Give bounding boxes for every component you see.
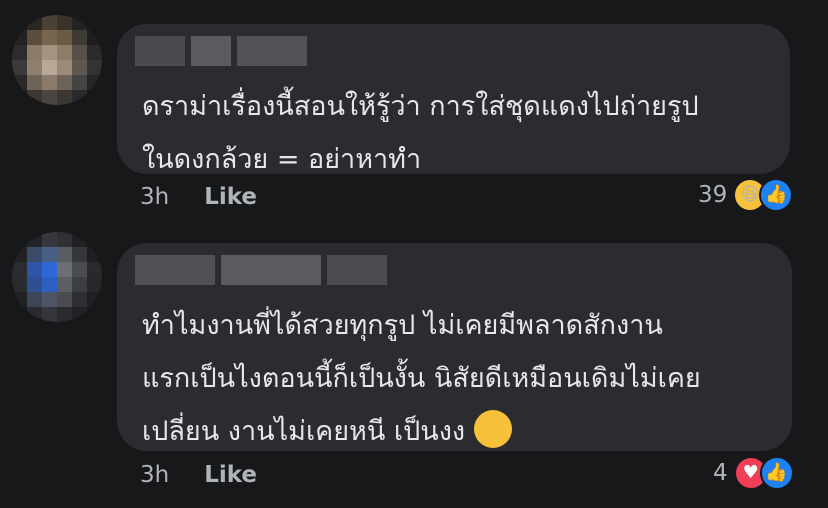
- like-icon: 👍: [759, 178, 794, 212]
- comment-bubble: ดราม่าเรื่องนี้สอนให้รู้ว่า การใส่ชุดแดง…: [117, 24, 790, 175]
- timestamp[interactable]: 3h: [140, 462, 169, 488]
- reaction-count: 4: [713, 460, 728, 486]
- comment-meta: 3h Like: [140, 462, 257, 488]
- comment-meta: 3h Like: [140, 184, 257, 210]
- timestamp[interactable]: 3h: [140, 184, 169, 210]
- comments-section: ดราม่าเรื่องนี้สอนให้รู้ว่า การใส่ชุดแดง…: [0, 0, 828, 508]
- comment-line: เปลี่ยน งานไม่เคยหนี เป็นงง: [142, 416, 466, 447]
- comment-line-with-emoji: เปลี่ยน งานไม่เคยหนี เป็นงง: [142, 405, 701, 458]
- woozy-face-emoji-icon: [473, 409, 512, 448]
- like-button[interactable]: Like: [204, 462, 257, 488]
- comment-bubble: ทำไมงานพี่ได้สวยทุกรูป ไม่เคยมีพลาดสักงา…: [117, 243, 792, 451]
- reaction-summary[interactable]: 4 ♥ 👍: [713, 456, 794, 490]
- comment-text: ทำไมงานพี่ได้สวยทุกรูป ไม่เคยมีพลาดสักงา…: [142, 299, 701, 458]
- comment-line: ทำไมงานพี่ได้สวยทุกรูป ไม่เคยมีพลาดสักงา…: [142, 310, 663, 341]
- avatar[interactable]: [12, 232, 102, 322]
- author-name-blurred[interactable]: [135, 255, 387, 285]
- like-icon: 👍: [759, 456, 794, 490]
- avatar[interactable]: [12, 15, 102, 105]
- reaction-count: 39: [698, 182, 728, 208]
- comment-line: แรกเป็นไงตอนนี้ก็เป็นงั้น นิสัยดีเหมือนเ…: [142, 363, 701, 394]
- comment-text: ดราม่าเรื่องนี้สอนให้รู้ว่า การใส่ชุดแดง…: [142, 80, 699, 186]
- like-button[interactable]: Like: [204, 184, 257, 210]
- reaction-summary[interactable]: 39 😆 👍: [698, 178, 794, 212]
- comment-line: ในดงกล้วย = อย่าหาทำ: [142, 144, 422, 175]
- author-name-blurred[interactable]: [135, 36, 307, 66]
- comment-line: ดราม่าเรื่องนี้สอนให้รู้ว่า การใส่ชุดแดง…: [142, 91, 699, 122]
